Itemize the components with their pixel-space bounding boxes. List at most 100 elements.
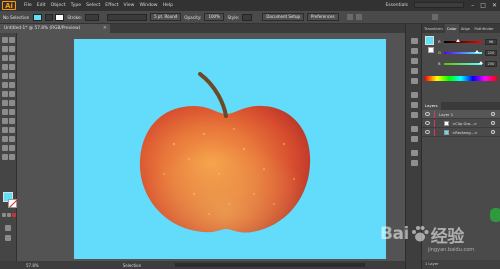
close-button[interactable]: ✕ xyxy=(492,0,497,11)
workspace-switcher[interactable]: Essentials xyxy=(385,0,408,11)
slider-red-track[interactable] xyxy=(444,39,482,43)
canvas-area[interactable] xyxy=(17,33,405,261)
swatches-icon[interactable] xyxy=(411,58,418,64)
close-tab-icon[interactable]: × xyxy=(103,24,107,33)
color-mode-icon[interactable] xyxy=(2,213,6,217)
appearance-icon[interactable] xyxy=(411,126,418,132)
stroke-weight-input[interactable] xyxy=(85,13,100,21)
minimize-button[interactable]: – xyxy=(471,0,474,11)
target-icon[interactable] xyxy=(491,121,495,125)
menu-edit[interactable]: Edit xyxy=(37,0,46,11)
gradient-mode-icon[interactable] xyxy=(7,213,11,217)
direct-selection-tool-icon[interactable] xyxy=(9,37,15,43)
screen-mode-icon[interactable] xyxy=(5,235,11,241)
slider-red-knob[interactable] xyxy=(456,39,461,42)
pencil-tool-icon[interactable] xyxy=(2,82,8,88)
slider-green-value[interactable]: 220 xyxy=(485,50,497,56)
graphic-styles-icon[interactable] xyxy=(411,136,418,142)
free-transform-tool-icon[interactable] xyxy=(9,100,15,106)
document-tab[interactable]: Untitled-1* @ 57.8% (RGB/Preview) × xyxy=(0,24,110,33)
line-tool-icon[interactable] xyxy=(9,64,15,70)
visibility-eye-icon[interactable] xyxy=(425,121,430,125)
magic-wand-tool-icon[interactable] xyxy=(2,46,8,52)
slider-blue-track[interactable] xyxy=(444,61,484,65)
stroke-swatch[interactable] xyxy=(8,199,17,208)
menu-select[interactable]: Select xyxy=(86,0,100,11)
scale-tool-icon[interactable] xyxy=(9,91,15,97)
menu-view[interactable]: View xyxy=(124,0,135,11)
fill-dropdown[interactable] xyxy=(45,13,54,21)
column-graph-tool-icon[interactable] xyxy=(9,136,15,142)
width-tool-icon[interactable] xyxy=(2,100,8,106)
apple-image[interactable] xyxy=(134,64,316,236)
tab-color[interactable]: Color xyxy=(444,24,459,33)
layer-name[interactable]: Layer 1 xyxy=(439,110,453,119)
artboard-tool-icon[interactable] xyxy=(2,145,8,151)
draw-mode-icon[interactable] xyxy=(5,225,11,231)
layer-row[interactable]: <Rectang...> xyxy=(422,128,500,137)
color-panel-icon[interactable] xyxy=(411,38,418,44)
visibility-eye-icon[interactable] xyxy=(425,130,430,134)
rectangle-tool-icon[interactable] xyxy=(2,73,8,79)
selection-tool-icon[interactable] xyxy=(2,37,8,43)
slider-blue-value[interactable]: 250 xyxy=(485,61,497,67)
target-icon[interactable] xyxy=(491,130,495,134)
slider-green-knob[interactable] xyxy=(474,50,479,53)
color-panel-stroke-swatch[interactable] xyxy=(428,47,434,53)
color-panel-fill-swatch[interactable] xyxy=(425,36,434,45)
slider-blue-knob[interactable] xyxy=(479,61,484,64)
color-guide-icon[interactable] xyxy=(411,48,418,54)
artboards-panel-icon[interactable] xyxy=(411,160,418,166)
tab-transform[interactable]: Transform xyxy=(422,24,445,33)
pen-tool-icon[interactable] xyxy=(2,55,8,61)
fill-color-swatch[interactable] xyxy=(33,13,43,21)
stroke-panel-icon[interactable] xyxy=(411,92,418,98)
symbols-icon[interactable] xyxy=(411,78,418,84)
layer-row[interactable]: <Clip Gro...> xyxy=(422,119,500,128)
visibility-eye-icon[interactable] xyxy=(425,112,430,116)
align-icon[interactable] xyxy=(355,14,362,20)
artboard[interactable] xyxy=(74,39,386,259)
curvature-tool-icon[interactable] xyxy=(9,55,15,61)
layer-name[interactable]: <Clip Gro...> xyxy=(452,119,477,128)
preferences-button[interactable]: Preferences xyxy=(307,13,339,21)
brush-definition-dropdown[interactable]: 5 pt. Round xyxy=(150,13,182,21)
perspective-grid-tool-icon[interactable] xyxy=(9,109,15,115)
menu-object[interactable]: Object xyxy=(51,0,66,11)
tab-align[interactable]: Align xyxy=(459,24,473,33)
menu-window[interactable]: Window xyxy=(139,0,157,11)
graphic-style-dropdown[interactable] xyxy=(242,13,253,21)
current-tool-status[interactable]: Selection xyxy=(123,263,141,268)
tab-pathfinder[interactable]: Pathfinder xyxy=(472,24,495,33)
rotate-tool-icon[interactable] xyxy=(2,91,8,97)
tab-layers[interactable]: Layers xyxy=(422,102,441,110)
eraser-tool-icon[interactable] xyxy=(9,82,15,88)
arrange-icon[interactable] xyxy=(346,14,353,20)
layer-name[interactable]: <Rectang...> xyxy=(452,128,478,137)
help-search-input[interactable] xyxy=(414,2,464,8)
variable-width-dropdown[interactable] xyxy=(107,13,148,21)
transparency-icon[interactable] xyxy=(411,112,418,118)
slider-red-value[interactable]: 96 xyxy=(485,39,497,45)
menu-help[interactable]: Help xyxy=(163,0,173,11)
layer-row[interactable]: Layer 1 xyxy=(422,110,500,119)
eyedropper-tool-icon[interactable] xyxy=(2,127,8,133)
panel-menu-icon[interactable] xyxy=(431,14,438,20)
layers-panel-icon[interactable] xyxy=(411,150,418,156)
mesh-tool-icon[interactable] xyxy=(2,118,8,124)
menu-type[interactable]: Type xyxy=(71,0,82,11)
blend-tool-icon[interactable] xyxy=(9,127,15,133)
lasso-tool-icon[interactable] xyxy=(9,46,15,52)
slice-tool-icon[interactable] xyxy=(9,145,15,151)
brushes-icon[interactable] xyxy=(411,68,418,74)
gradient-tool-icon[interactable] xyxy=(9,118,15,124)
slider-green-track[interactable] xyxy=(444,50,482,54)
menu-effect[interactable]: Effect xyxy=(105,0,118,11)
document-setup-button[interactable]: Document Setup xyxy=(262,13,305,21)
opacity-input[interactable]: 100% xyxy=(204,13,225,21)
target-icon[interactable] xyxy=(491,112,495,116)
zoom-tool-icon[interactable] xyxy=(9,154,15,160)
menu-file[interactable]: File xyxy=(24,0,32,11)
horizontal-scrollbar[interactable] xyxy=(175,263,365,267)
gradient-panel-icon[interactable] xyxy=(411,102,418,108)
